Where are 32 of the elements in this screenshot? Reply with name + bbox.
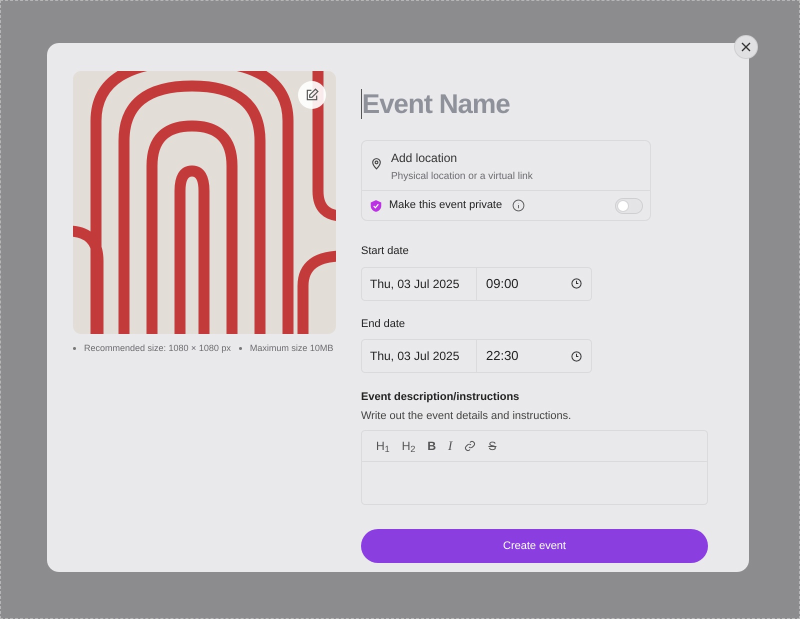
text-caret (361, 89, 362, 119)
pencil-square-icon (305, 88, 319, 102)
location-hint: Physical location or a virtual link (391, 170, 533, 184)
description-hint: Write out the event details and instructions. (361, 408, 572, 424)
private-toggle[interactable] (615, 198, 643, 214)
shield-icon (369, 198, 383, 212)
size-note: Maximum size 10MB (238, 342, 334, 356)
map-pin-icon (370, 157, 383, 170)
time-field[interactable]: 22:30 (477, 339, 592, 373)
heading-tool[interactable]: H$_{1}$ (376, 437, 390, 455)
date-label: Start date (361, 244, 410, 259)
description-label: Event description/instructions (361, 390, 520, 405)
date-label: End date (361, 316, 406, 332)
italic-tool[interactable]: I (448, 436, 452, 456)
bold-tool[interactable]: B (427, 437, 436, 455)
private-label: Make this event private (389, 198, 502, 214)
heading-tool[interactable]: H$_{2}$ (402, 437, 416, 455)
date-field[interactable]: Thu, 03 Jul 2025 (361, 266, 477, 300)
date-field[interactable]: Thu, 03 Jul 2025 (361, 339, 477, 373)
event-name-field[interactable]: Event Name (362, 84, 662, 124)
close-button[interactable] (734, 35, 758, 59)
clock-icon (571, 278, 582, 289)
add-location-link[interactable]: Add location (391, 149, 533, 167)
create-event-button[interactable]: Create event (361, 529, 708, 563)
size-note: Recommended size: 1080 × 1080 px (73, 342, 231, 356)
clock-icon (571, 350, 582, 362)
close-icon (741, 42, 751, 52)
time-field[interactable]: 09:00 (477, 266, 592, 300)
description-editor[interactable]: H$_{1}$ H$_{2}$ B I S (361, 430, 708, 505)
link-tool[interactable] (464, 440, 476, 452)
info-icon (512, 199, 526, 212)
strikethrough-tool[interactable]: S (488, 437, 496, 455)
